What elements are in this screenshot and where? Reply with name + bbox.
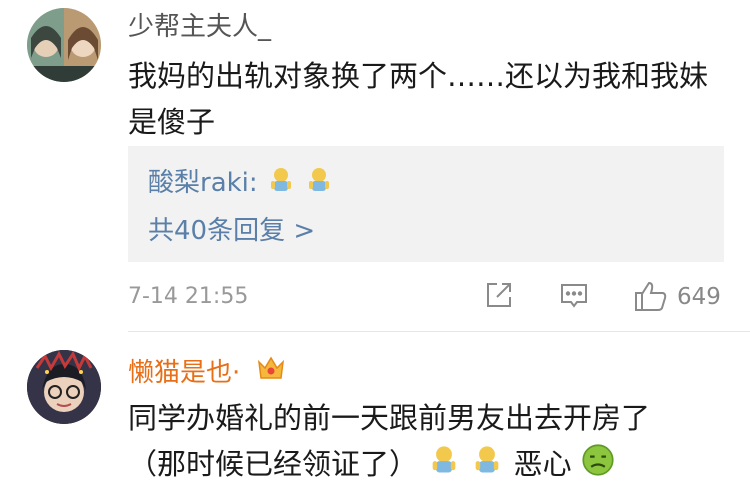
avatar-image [27, 8, 101, 82]
comment-username[interactable]: 懒猫是也· [128, 352, 240, 389]
thumbs-up-icon[interactable] [634, 280, 668, 316]
comment-text-line: 我妈的出轨对象换了两个……还以为我和我妹 [128, 59, 709, 93]
comment-text-line: 是傻子 [128, 105, 216, 139]
dog-doll-emoji [304, 165, 334, 202]
share-icon[interactable] [484, 280, 514, 314]
dog-doll-emoji [266, 165, 296, 202]
reply-preview-user[interactable]: 酸梨raki: [148, 168, 258, 198]
sick-emoji [581, 443, 615, 490]
comment-text-line: （那时候已经领证了） 恶心 [128, 441, 738, 490]
comment-icon[interactable] [559, 280, 589, 314]
dog-doll-emoji [470, 443, 504, 490]
vip-crown-icon[interactable] [256, 354, 286, 386]
comment-timestamp: 7-14 21:55 [128, 284, 249, 309]
like-count: 649 [677, 284, 721, 310]
comment-text-segment: 恶心 [513, 447, 572, 481]
comment-text: 我妈的出轨对象换了两个……还以为我和我妹 是傻子 [128, 53, 728, 145]
avatar-image [27, 350, 101, 424]
dog-doll-emoji [427, 443, 461, 490]
avatar[interactable] [27, 350, 101, 424]
reply-preview-line[interactable]: 酸梨raki: [148, 162, 334, 202]
comment-username[interactable]: 少帮主夫人_ [128, 6, 271, 43]
comment-text-line: 同学办婚礼的前一天跟前男友出去开房了 [128, 401, 651, 435]
avatar[interactable] [27, 8, 101, 82]
more-replies-link[interactable]: 共40条回复 > [148, 210, 315, 247]
reply-preview-box[interactable]: 酸梨raki: 共40条回复 > [128, 146, 724, 262]
comment-divider [128, 331, 750, 332]
comment-text: 同学办婚礼的前一天跟前男友出去开房了 （那时候已经领证了） 恶心 [128, 395, 738, 490]
comment-text-segment: （那时候已经领证了） [128, 447, 419, 481]
